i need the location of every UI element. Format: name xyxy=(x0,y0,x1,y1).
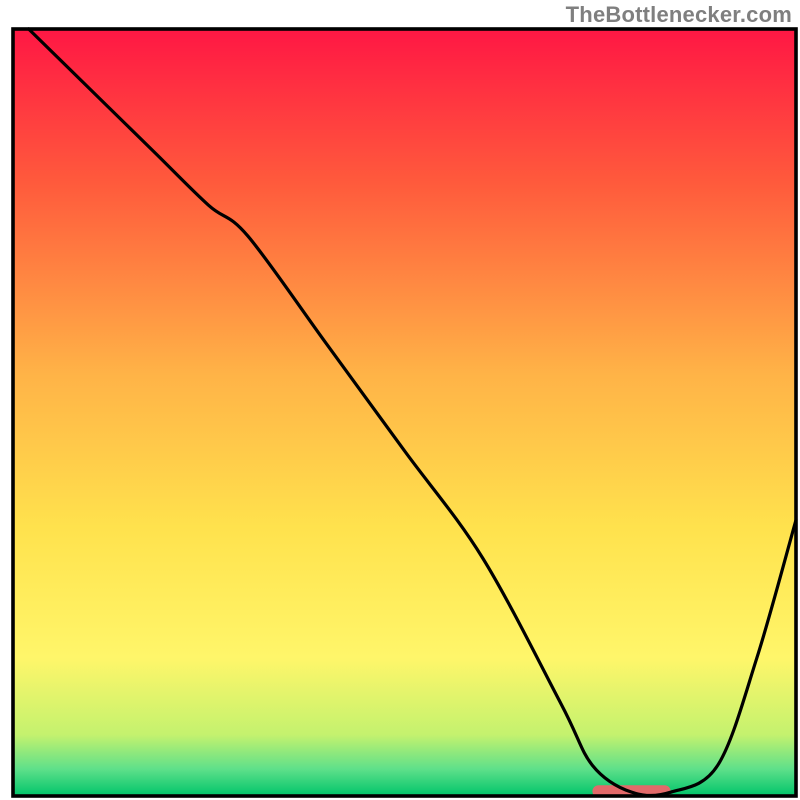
bottleneck-chart xyxy=(0,0,800,800)
attribution-label: TheBottlenecker.com xyxy=(566,2,792,28)
chart-root: TheBottlenecker.com xyxy=(0,0,800,800)
plot-background xyxy=(13,29,796,796)
